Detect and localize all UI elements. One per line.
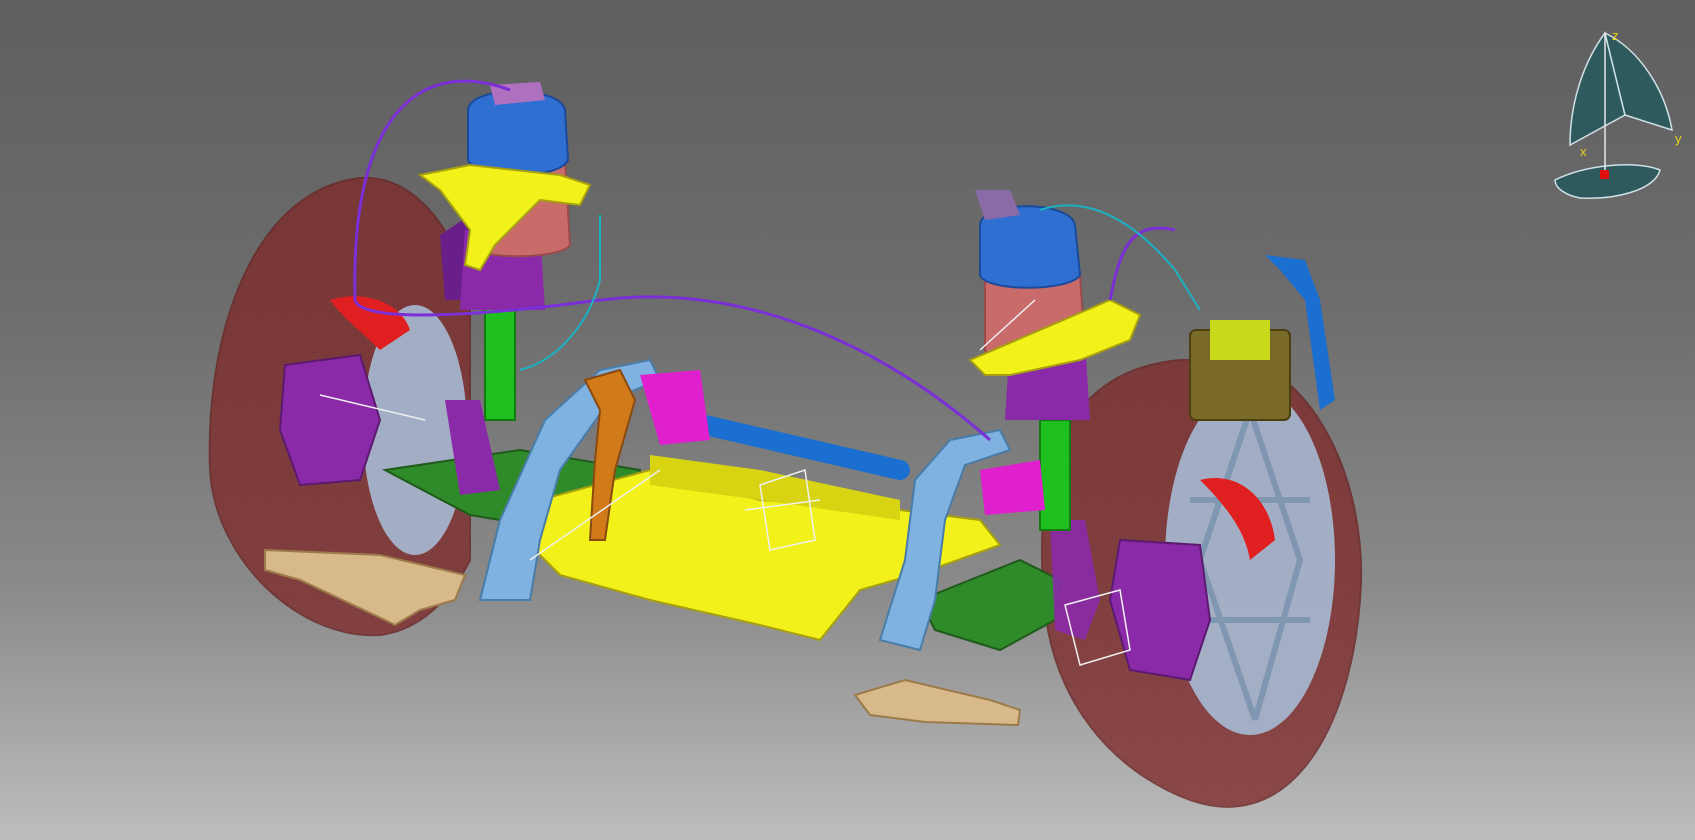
compass-axis-z: z bbox=[1612, 28, 1619, 43]
compass-axis-x: x bbox=[1580, 144, 1587, 159]
compass-axis-y: y bbox=[1675, 131, 1682, 146]
orientation-compass[interactable]: z y x bbox=[0, 0, 1695, 840]
compass-origin-marker bbox=[1600, 170, 1609, 179]
3d-viewport[interactable]: z y x bbox=[0, 0, 1695, 840]
